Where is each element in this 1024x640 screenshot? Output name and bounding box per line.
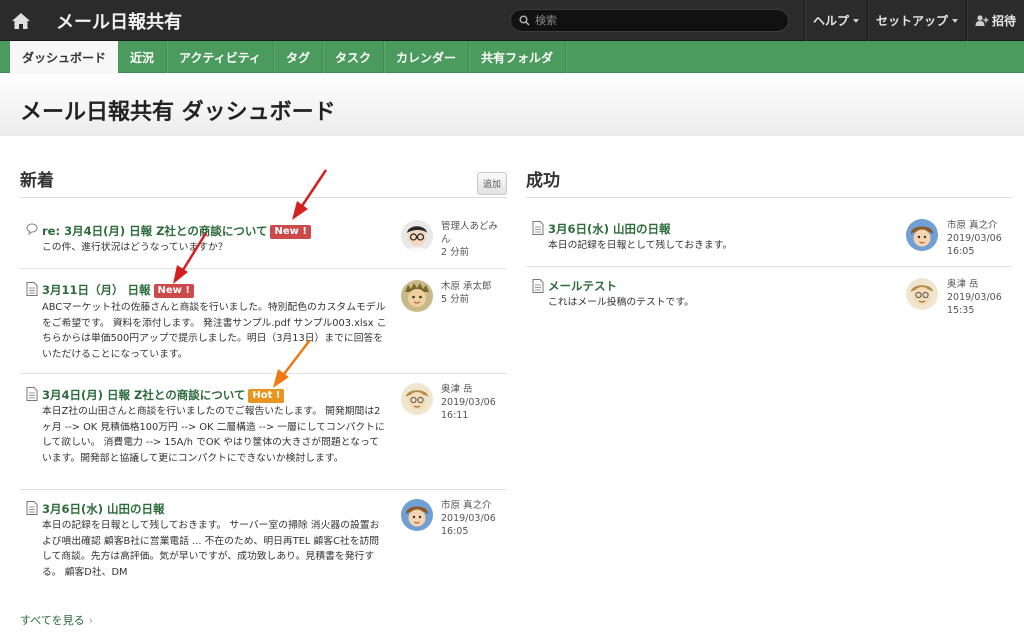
page-title: メール日報共有 ダッシュボード xyxy=(20,100,336,125)
post-time: 2019/03/06 16:05 xyxy=(441,513,496,537)
page-header: メール日報共有 ダッシュボード xyxy=(0,74,1024,136)
post-title: 3月4日(月) 日報 Z社との商談について xyxy=(42,388,246,402)
new-posts-panel: 新着 追加 re: 3月4日(月) 日報 Z社との商談について New ! この件… xyxy=(20,160,507,585)
new-badge: New ! xyxy=(153,284,194,298)
avatar[interactable] xyxy=(401,280,433,312)
author-name[interactable]: 奥津 岳 xyxy=(441,383,507,396)
see-all-label: すべてを見る xyxy=(20,614,85,627)
document-icon xyxy=(26,282,38,296)
post-body: 本日の記録を日報として残しておきます。 サーバー室の掃除 消火器の設置および噴出… xyxy=(42,520,380,578)
tab-tags[interactable]: タグ xyxy=(274,41,324,73)
tab-tasks[interactable]: タスク xyxy=(323,41,385,73)
author-name[interactable]: 市原 真之介 xyxy=(441,499,507,512)
post-body: これはメール投稿のテストです。 xyxy=(548,297,694,308)
post-time: 2019/03/06 16:05 xyxy=(947,233,1002,257)
post-body: 本日Z社の山田さんと商談を行いましたのでご報告いたします。 開発期間は2ヶ月 -… xyxy=(42,406,385,464)
tab-calendar[interactable]: カレンダー xyxy=(384,41,470,73)
success-title: 成功 xyxy=(526,160,1012,198)
post-title: re: 3月4日(月) 日報 Z社との商談について xyxy=(42,224,268,238)
post-title-link[interactable]: re: 3月4日(月) 日報 Z社との商談について New ! xyxy=(42,223,311,239)
avatar-boy-icon xyxy=(906,219,938,251)
success-panel: 成功 3月6日(水) 山田の日報 本日の記録を日報として残しておきます。 市原 … xyxy=(526,160,1012,327)
tab-bar: ダッシュボード 近況 アクティビティ タグ タスク カレンダー 共有フォルダ xyxy=(0,41,1024,74)
list-item: 3月4日(月) 日報 Z社との商談について Hot ! 本日Z社の山田さんと商談を… xyxy=(20,374,507,490)
search-icon xyxy=(519,15,530,26)
hot-badge: Hot ! xyxy=(248,389,285,403)
tab-shared-folder[interactable]: 共有フォルダ xyxy=(469,41,567,73)
tab-status[interactable]: 近況 xyxy=(118,41,168,73)
chevron-down-icon xyxy=(852,18,859,23)
avatar[interactable] xyxy=(401,499,433,531)
chevron-down-icon xyxy=(951,18,958,23)
document-icon xyxy=(532,279,544,293)
avatar[interactable] xyxy=(906,219,938,251)
list-item: メールテスト これはメール投稿のテストです。 奥津 岳 2019/03/06 15… xyxy=(526,267,1012,327)
avatar-boy-icon xyxy=(401,499,433,531)
comment-icon xyxy=(26,223,38,236)
post-time: 2019/03/06 16:11 xyxy=(441,397,496,421)
post-title: 3月11日（月） 日報 xyxy=(42,283,151,297)
app-title[interactable]: メール日報共有 xyxy=(56,8,182,34)
post-body: この件、進行状況はどうなっていますか？ xyxy=(42,242,228,253)
document-icon xyxy=(26,501,38,515)
avatar-cartoon-icon xyxy=(401,383,433,415)
setup-label: セットアップ xyxy=(875,14,948,28)
chevron-right-icon: › xyxy=(88,614,93,627)
post-body: ABCマーケット社の佐藤さんと商談を行いました。特別配色のカスタムモデルをご希望… xyxy=(42,302,387,360)
post-title: 3月6日(水) 山田の日報 xyxy=(42,502,165,516)
list-item: 3月6日(水) 山田の日報 本日の記録を日報として残しておきます。 市原 真之介… xyxy=(526,198,1012,267)
avatar[interactable] xyxy=(401,383,433,415)
post-title-link[interactable]: 3月6日(水) 山田の日報 xyxy=(42,501,165,517)
author-name[interactable]: 管理人あどみん xyxy=(441,220,507,246)
search-input[interactable] xyxy=(535,12,785,29)
avatar-cartoon-icon xyxy=(906,278,938,310)
setup-menu[interactable]: セットアップ xyxy=(866,0,966,41)
post-body: 本日の記録を日報として残しておきます。 xyxy=(548,240,733,251)
author-name[interactable]: 木原 承太郎 xyxy=(441,280,507,293)
post-title-link[interactable]: メールテスト xyxy=(548,278,617,294)
post-time: 5 分前 xyxy=(441,294,470,305)
avatar-glasses-icon xyxy=(401,220,433,252)
tab-dashboard[interactable]: ダッシュボード xyxy=(10,41,119,74)
search-box[interactable] xyxy=(510,9,789,32)
add-button[interactable]: 追加 xyxy=(476,172,507,195)
post-title-link[interactable]: 3月11日（月） 日報 New ! xyxy=(42,282,194,298)
list-item: 3月6日(水) 山田の日報 本日の記録を日報として残しておきます。 サーバー室の… xyxy=(20,490,507,585)
avatar[interactable] xyxy=(906,278,938,310)
home-icon xyxy=(12,12,30,29)
document-icon xyxy=(532,221,544,235)
avatar-spiky-icon xyxy=(401,280,433,312)
invite-label: 招待 xyxy=(991,14,1016,28)
see-all-link[interactable]: すべてを見る › xyxy=(20,612,93,628)
author-name[interactable]: 奥津 岳 xyxy=(947,278,1012,291)
post-title-link[interactable]: 3月4日(月) 日報 Z社との商談について Hot ! xyxy=(42,387,285,403)
help-menu[interactable]: ヘルプ xyxy=(803,0,867,41)
top-bar: メール日報共有 ヘルプ セットアップ 招待 xyxy=(0,0,1024,41)
invite-button[interactable]: 招待 xyxy=(965,0,1024,41)
post-time: 2 分前 xyxy=(441,247,470,258)
author-name[interactable]: 市原 真之介 xyxy=(947,219,1012,232)
document-icon xyxy=(26,387,38,401)
post-time: 2019/03/06 15:35 xyxy=(947,292,1002,316)
list-item: 3月11日（月） 日報 New ! ABCマーケット社の佐藤さんと商談を行いました… xyxy=(20,269,507,374)
new-badge: New ! xyxy=(270,225,311,239)
add-user-icon xyxy=(975,15,989,26)
tab-activity[interactable]: アクティビティ xyxy=(167,41,274,73)
list-item: re: 3月4日(月) 日報 Z社との商談について New ! この件、進行状況は… xyxy=(20,198,507,269)
avatar[interactable] xyxy=(401,220,433,252)
post-title-link[interactable]: 3月6日(水) 山田の日報 xyxy=(548,221,671,237)
help-label: ヘルプ xyxy=(812,14,849,28)
home-button[interactable] xyxy=(0,0,42,41)
new-posts-title: 新着 xyxy=(20,160,507,198)
